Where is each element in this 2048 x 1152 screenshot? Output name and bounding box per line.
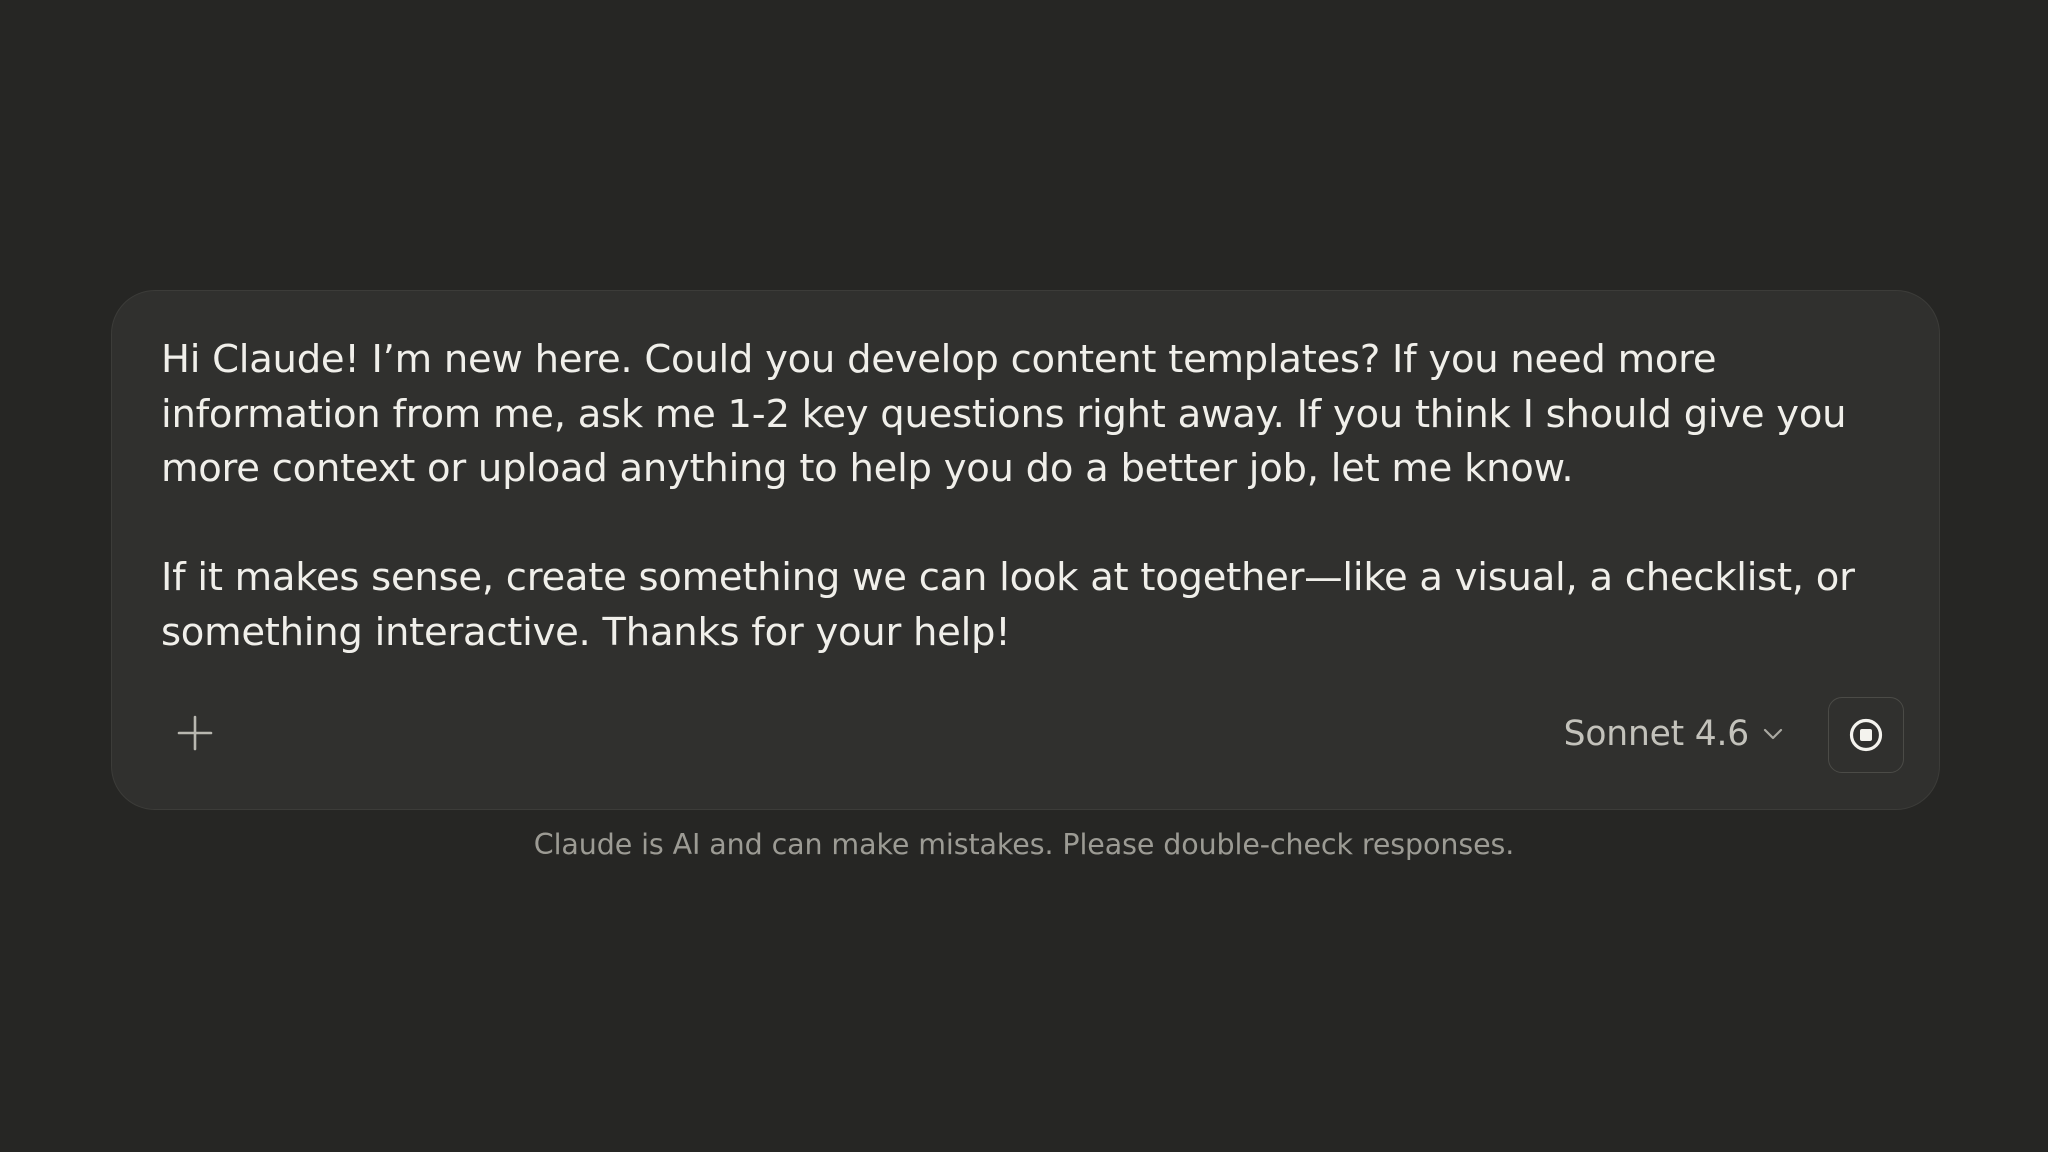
message-paragraph-1: Hi Claude! I’m new here. Could you devel… (161, 337, 1847, 491)
stop-recording-button[interactable] (1828, 697, 1904, 773)
chevron-down-icon (1763, 728, 1783, 740)
model-selector[interactable]: Sonnet 4.6 (1564, 709, 1783, 759)
plus-icon (177, 715, 213, 751)
add-attachment-button[interactable] (165, 703, 225, 763)
message-composer: Hi Claude! I’m new here. Could you devel… (111, 290, 1940, 810)
message-input[interactable]: Hi Claude! I’m new here. Could you devel… (161, 333, 1901, 660)
message-paragraph-2: If it makes sense, create something we c… (161, 555, 1855, 655)
model-label: Sonnet 4.6 (1563, 714, 1750, 754)
ai-disclaimer: Claude is AI and can make mistakes. Plea… (533, 828, 1515, 861)
stop-record-icon (1849, 718, 1883, 752)
